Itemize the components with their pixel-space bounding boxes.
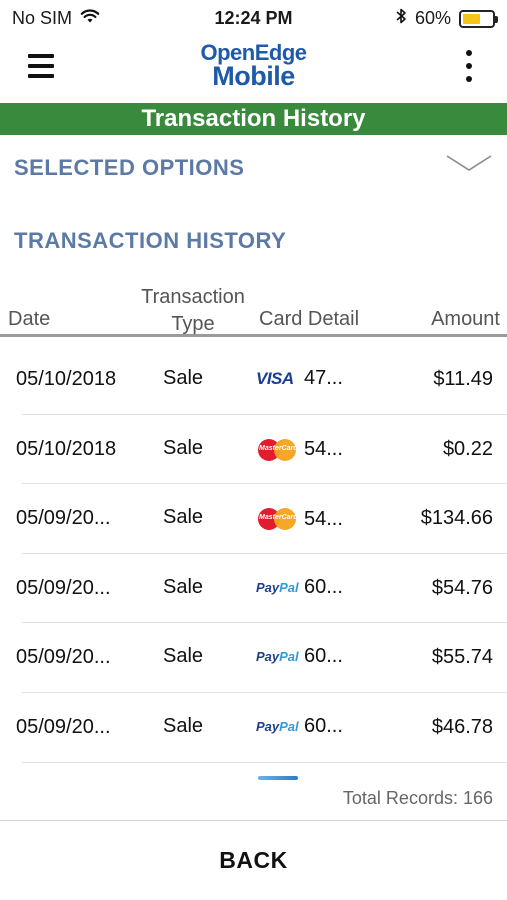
transaction-list: 05/10/2018 Sale VISA 47... $11.49 05/10/2018 S… [0,345,507,763]
cell-amount: $46.78 [431,715,493,738]
column-header-type[interactable]: Transaction Type [128,284,258,338]
cell-type: Sale [163,575,204,598]
cell-date: 05/10/2018 [16,368,117,390]
cell-amount: $54.76 [431,576,493,599]
cell-date: 05/09/20... [16,507,111,530]
card-number: 47... [304,367,343,389]
section-heading: TRANSACTION HISTORY [14,228,287,253]
cell-card-detail: PayPal 60... [256,645,343,668]
back-button[interactable]: BACK [0,821,507,900]
cell-type: Sale [163,645,204,668]
table-row[interactable]: 05/10/2018 Sale VISA 47... $11.49 [0,345,507,415]
selected-options-toggle[interactable]: SELECTED OPTIONS [0,135,507,197]
mastercard-icon: MasterCard [256,506,300,532]
column-header-date[interactable]: Date [8,308,50,331]
table-row[interactable]: 05/09/20... Sale MasterCard 54... $134.66 [0,484,507,554]
table-row[interactable]: 05/09/20... Sale PayPal 60... $54.76 [0,554,507,624]
card-number: 54... [304,438,343,461]
kebab-icon[interactable] [465,50,473,82]
mastercard-icon: MasterCard [256,437,300,463]
cell-card-detail: PayPal 60... [256,576,343,599]
total-records: Total Records: 166 [342,788,493,808]
cell-date: 05/09/20... [16,576,111,599]
logo-line-2: Mobile [212,61,295,91]
cell-amount: $0.22 [442,437,493,460]
cell-type: Sale [163,367,204,389]
cell-date: 05/09/20... [16,646,111,669]
cell-card-detail: MasterCard 54... [256,437,343,463]
cell-type: Sale [163,714,204,737]
cell-amount: $11.49 [433,368,493,390]
cell-card-detail: MasterCard 54... [256,506,343,532]
chevron-down-icon[interactable] [445,153,493,180]
battery-percent: 60% [414,8,451,28]
column-header-amount[interactable]: Amount [431,308,500,331]
app-header: OpenEdge Mobile [0,36,507,103]
column-header-card[interactable]: Card Detail [259,308,359,331]
table-header-divider [0,334,507,337]
cell-date: 05/09/20... [16,715,111,738]
bluetooth-icon [395,7,407,30]
cell-date: 05/10/2018 [16,437,117,460]
card-number: 60... [304,714,343,737]
cell-card-detail: PayPal 60... [256,715,343,738]
row-divider [22,761,507,763]
visa-icon: VISA [256,368,294,388]
cell-amount: $134.66 [420,507,493,530]
paypal-icon: PayPal [256,718,299,734]
status-right: 60% [395,7,498,30]
card-number: 54... [304,507,343,530]
page-title: Transaction History [0,103,507,135]
cell-type: Sale [163,506,204,529]
paypal-icon: PayPal [256,579,299,595]
table-row[interactable]: 05/09/20... Sale PayPal 60... $46.78 [0,693,507,763]
cell-type: Sale [163,436,204,459]
card-number: 60... [304,645,343,668]
table-header: Date Transaction Type Card Detail Amount [0,280,507,336]
app-logo: OpenEdge Mobile [0,42,507,90]
status-bar: No SIM 12:24 PM 60% [0,0,507,36]
table-row[interactable]: 05/10/2018 Sale MasterCard 54... $0.22 [0,415,507,485]
selected-options-label: SELECTED OPTIONS [14,155,245,180]
table-row[interactable]: 05/09/20... Sale PayPal 60... $55.74 [0,623,507,693]
battery-icon [459,9,498,28]
paypal-icon: PayPal [256,649,299,665]
column-header-type-line1: Transaction [141,286,245,308]
cell-card-detail: VISA 47... [256,367,343,390]
cell-amount: $55.74 [431,646,493,669]
scroll-indicator [258,776,298,780]
card-number: 60... [304,575,343,598]
